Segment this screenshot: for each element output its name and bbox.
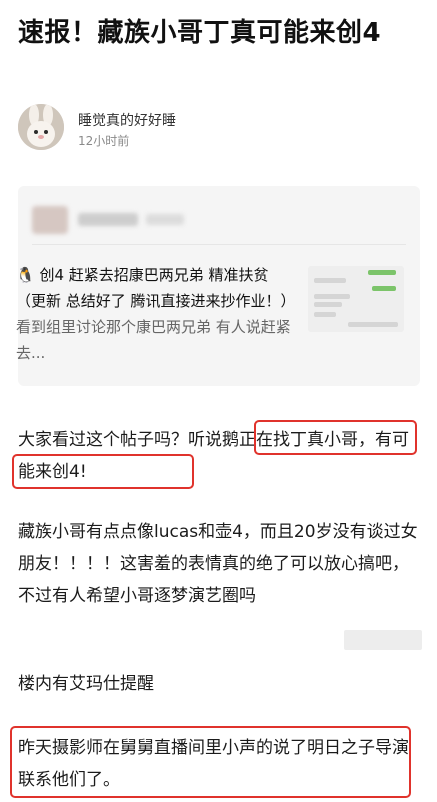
paragraph-1-text-a: 大家看过这个帖子吗？听说 [18,430,222,450]
quoted-post-excerpt: 看到组里讨论那个康巴两兄弟 有人说赶紧去... [16,318,291,362]
paragraph-3: 楼内有艾玛仕提醒 [18,674,154,694]
chat-bubble-gray [314,302,342,307]
post-time: 12小时前 [78,134,130,148]
blurred-username [78,213,138,226]
post-title: 速报！藏族小哥丁真可能来创4 [18,18,382,48]
quoted-post-thumbnail[interactable] [308,266,404,332]
quoted-post-title: 创4 赶紧去招康巴两兄弟 精准扶贫 （更新 总结好了 腾讯直接进来抄作业！） [16,266,296,310]
chat-bubble-gray [314,278,346,283]
chat-bubble-green [368,270,396,275]
blurred-avatar [32,206,68,234]
chat-bubble-gray [314,312,336,317]
highlight-box [12,454,194,489]
avatar[interactable] [18,104,64,150]
author-name[interactable]: 睡觉真的好好睡 [78,110,176,130]
quoted-post-text[interactable]: 🐧 创4 赶紧去招康巴两兄弟 精准扶贫 （更新 总结好了 腾讯直接进来抄作业！）… [16,262,302,366]
post-page: 速报！藏族小哥丁真可能来创4 睡觉真的好好睡 12小时前 🐧 创4 赶紧去招康巴… [0,0,437,802]
highlight-box [254,420,417,455]
chat-bubble-gray [314,294,350,299]
chat-bubble-green [372,286,396,291]
divider [32,244,406,245]
gray-patch [344,630,422,650]
plush-bunny-avatar-icon [18,104,64,150]
quoted-post-header [32,206,362,234]
paragraph-2: 藏族小哥有点点像lucas和壶4，而且20岁没有谈过女朋友！！！！这害羞的表情真… [18,522,418,606]
author-row[interactable]: 睡觉真的好好睡 12小时前 [18,104,418,152]
highlight-box [10,726,411,798]
penguin-icon: 🐧 [16,266,35,284]
chat-bubble-gray [348,322,398,327]
blurred-meta [146,214,184,225]
